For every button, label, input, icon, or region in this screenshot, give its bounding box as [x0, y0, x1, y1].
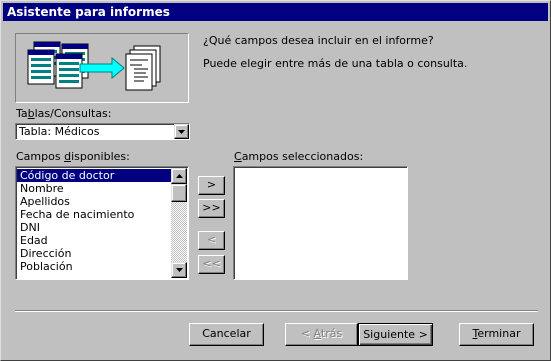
add-all-fields-button[interactable]: >>	[198, 199, 225, 218]
footer-separator	[15, 310, 538, 312]
arrow-down-icon	[175, 268, 183, 272]
available-fields-label: Campos disponibles:	[16, 150, 130, 163]
chevron-down-icon	[178, 129, 185, 134]
list-item[interactable]: Población	[17, 260, 172, 273]
tables-queries-label: Tablas/Consultas:	[16, 107, 112, 120]
list-item[interactable]: Fecha de nacimiento	[17, 208, 172, 221]
list-item[interactable]: DNI	[17, 221, 172, 234]
list-item[interactable]: Dirección	[17, 247, 172, 260]
available-fields-list[interactable]: Código de doctor Nombre Apellidos Fecha de …	[15, 166, 189, 280]
tables-to-report-icon	[27, 41, 161, 91]
list-item[interactable]: Apellidos	[17, 195, 172, 208]
cancel-button[interactable]: Cancelar	[189, 323, 264, 346]
scroll-down-button[interactable]	[171, 262, 187, 278]
scroll-thumb[interactable]	[171, 184, 187, 202]
arrow-up-icon	[175, 174, 183, 178]
wizard-illustration	[15, 33, 189, 103]
list-item[interactable]: Edad	[17, 234, 172, 247]
back-button[interactable]: < Atrás	[285, 323, 358, 346]
scroll-up-button[interactable]	[171, 168, 187, 184]
remove-field-button[interactable]: <	[198, 231, 225, 250]
available-fields-scrollbar[interactable]	[171, 168, 187, 278]
add-field-button[interactable]: >	[198, 176, 225, 195]
selected-fields-list[interactable]	[233, 166, 408, 280]
remove-all-fields-button[interactable]: <<	[198, 255, 225, 274]
window-title: Asistente para informes	[3, 3, 548, 21]
list-item[interactable]: Nombre	[17, 182, 172, 195]
combobox-value: Tabla: Médicos	[19, 125, 100, 138]
finish-button[interactable]: Terminar	[459, 323, 534, 346]
combobox-dropdown-button[interactable]	[174, 124, 189, 139]
intro-question: ¿Qué campos desea incluir en el informe?	[203, 34, 434, 47]
available-fields-items: Código de doctor Nombre Apellidos Fecha de …	[17, 169, 172, 273]
tables-queries-combobox[interactable]: Tabla: Médicos	[15, 123, 190, 140]
selected-fields-label: Campos seleccionados:	[234, 150, 364, 163]
list-item[interactable]: Código de doctor	[17, 169, 172, 182]
report-wizard-window: Asistente para informes ¿Qué campos dese…	[0, 0, 551, 361]
intro-hint: Puede elegir entre más de una tabla o co…	[203, 57, 468, 70]
next-button[interactable]: Siguiente >	[358, 323, 433, 346]
